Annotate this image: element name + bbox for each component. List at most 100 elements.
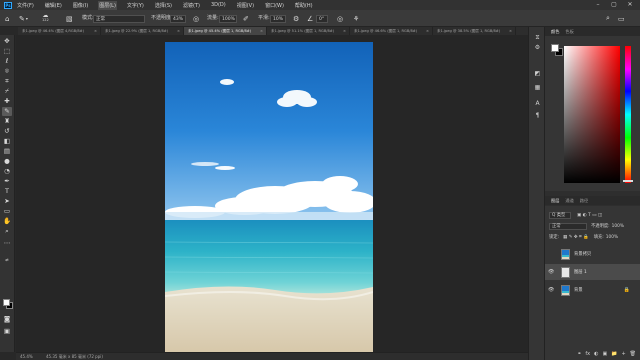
add-mask-icon[interactable]: ◐: [594, 351, 598, 357]
move-icon[interactable]: ✥: [2, 37, 12, 46]
menu-filter[interactable]: 滤镜(T): [182, 1, 201, 10]
eye-icon[interactable]: 👁: [548, 269, 554, 275]
close-icon[interactable]: ✕: [622, 0, 638, 10]
flow-input[interactable]: 100%: [219, 14, 237, 23]
pressure-size-icon[interactable]: ◎: [337, 13, 343, 24]
hand-icon[interactable]: ✋: [2, 217, 12, 226]
opacity-input[interactable]: 43%: [170, 14, 186, 23]
canvas-area[interactable]: [16, 35, 528, 352]
tab-layers[interactable]: 图层: [551, 198, 559, 204]
link-layers-icon[interactable]: ⚭: [577, 351, 581, 357]
lasso-icon[interactable]: ℓ: [2, 57, 12, 66]
tab-doc-5[interactable]: 未1.jpeg @ 46.6% (图层 1, RGB/8#) ×: [350, 27, 433, 35]
gradient-icon[interactable]: ▤: [2, 147, 12, 156]
tab-doc-4[interactable]: 未1.jpeg @ 51.1% (图层 1, RGB/8#) ×: [267, 27, 350, 35]
menu-type[interactable]: 文字(Y): [126, 1, 145, 10]
layer-row[interactable]: 背景拷贝: [545, 246, 640, 262]
menu-file[interactable]: 文件(F): [16, 1, 35, 10]
menu-edit[interactable]: 编辑(E): [44, 1, 63, 10]
brush-preset-picker[interactable]: ☁ 122: [42, 13, 49, 24]
smoothing-options-icon[interactable]: ⚙: [293, 13, 299, 24]
mask-icon[interactable]: ◙: [2, 315, 12, 324]
fill-value[interactable]: 100%: [606, 235, 618, 240]
delete-layer-icon[interactable]: 🗑: [630, 351, 636, 357]
foreground-color-swatch[interactable]: [3, 299, 10, 306]
tab-close-icon[interactable]: ×: [177, 27, 180, 35]
maximize-icon[interactable]: ▢: [606, 0, 622, 10]
eyedropper-icon[interactable]: ⌿: [2, 87, 12, 96]
tab-close-icon[interactable]: ×: [343, 27, 346, 35]
smoothing-input[interactable]: 10%: [270, 14, 286, 23]
layer-opacity-value[interactable]: 100%: [612, 224, 624, 229]
marquee-icon[interactable]: ⬚: [2, 47, 12, 56]
menu-layer[interactable]: 图层(L): [98, 0, 117, 10]
quick-select-icon[interactable]: ⌾: [2, 67, 12, 76]
swap-icon[interactable]: ⇄: [2, 255, 12, 264]
properties-icon[interactable]: ⚙: [533, 43, 542, 52]
history-icon[interactable]: ⧖: [533, 33, 542, 42]
pressure-opacity-icon[interactable]: ◎: [193, 13, 199, 24]
layer-row[interactable]: 👁 背景 🔒: [545, 282, 640, 298]
brush-icon[interactable]: ✎: [2, 107, 12, 116]
path-select-icon[interactable]: ➤: [2, 197, 12, 206]
menu-image[interactable]: 图像(I): [72, 1, 89, 10]
mode-dropdown[interactable]: 正常: [93, 14, 145, 23]
blur-icon[interactable]: ●: [2, 157, 12, 166]
hue-slider[interactable]: [625, 46, 631, 183]
document-image[interactable]: [165, 42, 373, 352]
minimize-icon[interactable]: –: [590, 0, 606, 10]
blend-mode-dropdown[interactable]: 正常: [549, 222, 587, 230]
tab-close-icon[interactable]: ×: [94, 27, 97, 35]
tab-doc-3[interactable]: 未1.jpeg @ 45.4% (图层 1, RGB/8#) ×: [184, 27, 267, 35]
search-icon[interactable]: ⌕: [606, 13, 610, 24]
healing-icon[interactable]: ✚: [2, 97, 12, 106]
document-info[interactable]: 45.35 毫米 x 85 毫米 (72 ppi): [46, 354, 103, 360]
tab-channels[interactable]: 通道: [565, 198, 573, 204]
zoom-level[interactable]: 45.4%: [20, 354, 33, 359]
adjustment-layer-icon[interactable]: ▣: [602, 351, 607, 357]
home-icon[interactable]: ⌂: [5, 13, 9, 24]
tab-doc-2[interactable]: 未1.jpeg @ 22.9% (图层 1, RGB/8#) ×: [101, 27, 184, 35]
menu-3d[interactable]: 3D(D): [210, 1, 227, 9]
tab-close-icon[interactable]: ×: [509, 27, 512, 35]
tab-close-icon[interactable]: ×: [260, 27, 263, 35]
menu-view[interactable]: 视图(V): [236, 1, 255, 10]
tab-doc-1[interactable]: 未1.jpeg @ 46.4% (图层 4,RGB/8#) ×: [18, 27, 101, 35]
more-icon[interactable]: ⋯: [2, 239, 12, 248]
stamp-icon[interactable]: ♜: [2, 117, 12, 126]
tab-color[interactable]: 颜色: [551, 29, 559, 35]
menu-window[interactable]: 窗口(W): [264, 1, 285, 10]
airbrush-icon[interactable]: ✐: [243, 13, 249, 24]
eraser-icon[interactable]: ◧: [2, 137, 12, 146]
menu-help[interactable]: 帮助(H): [294, 1, 314, 10]
zoom-icon[interactable]: ⌕: [2, 227, 12, 236]
saturation-brightness-field[interactable]: [564, 46, 620, 183]
shape-icon[interactable]: ▭: [2, 207, 12, 216]
pen-icon[interactable]: ✒: [2, 177, 12, 186]
brush-settings-icon[interactable]: ▧: [66, 13, 73, 24]
character-icon[interactable]: A: [533, 99, 542, 108]
lock-icons[interactable]: ▦ ✎ ✥ ⌗ 🔒: [563, 234, 589, 240]
history-brush-icon[interactable]: ↺: [2, 127, 12, 136]
paragraph-icon[interactable]: ¶: [533, 111, 542, 120]
new-layer-icon[interactable]: +: [621, 351, 625, 357]
color-foreground-swatch[interactable]: [551, 44, 559, 52]
tab-paths[interactable]: 路径: [580, 198, 588, 204]
adjust-icon[interactable]: ◩: [533, 69, 542, 78]
crop-icon[interactable]: ⌗: [2, 77, 12, 86]
menu-select[interactable]: 选择(S): [154, 1, 173, 10]
tab-swatches[interactable]: 色板: [565, 29, 573, 35]
tab-doc-6[interactable]: 未1.jpeg @ 38.5% (图层 1, RGB/8#) ×: [433, 27, 516, 35]
tab-close-icon[interactable]: ×: [426, 27, 429, 35]
workspace-icon[interactable]: ▭: [618, 13, 625, 24]
type-icon[interactable]: T: [2, 187, 12, 196]
layer-kind-filter[interactable]: Q 类型: [549, 211, 571, 219]
new-group-icon[interactable]: 📁: [611, 351, 617, 357]
eye-icon[interactable]: 👁: [548, 287, 554, 293]
screen-mode-icon[interactable]: ▣: [2, 327, 12, 336]
hue-slider-handle[interactable]: [623, 180, 633, 182]
swatch-grid-icon[interactable]: ▦: [533, 83, 542, 92]
filter-icons[interactable]: ▣ ◐ T ▭ ◫: [577, 213, 602, 218]
symmetry-icon[interactable]: ⚘: [353, 13, 359, 24]
fx-icon[interactable]: fx: [585, 351, 590, 357]
